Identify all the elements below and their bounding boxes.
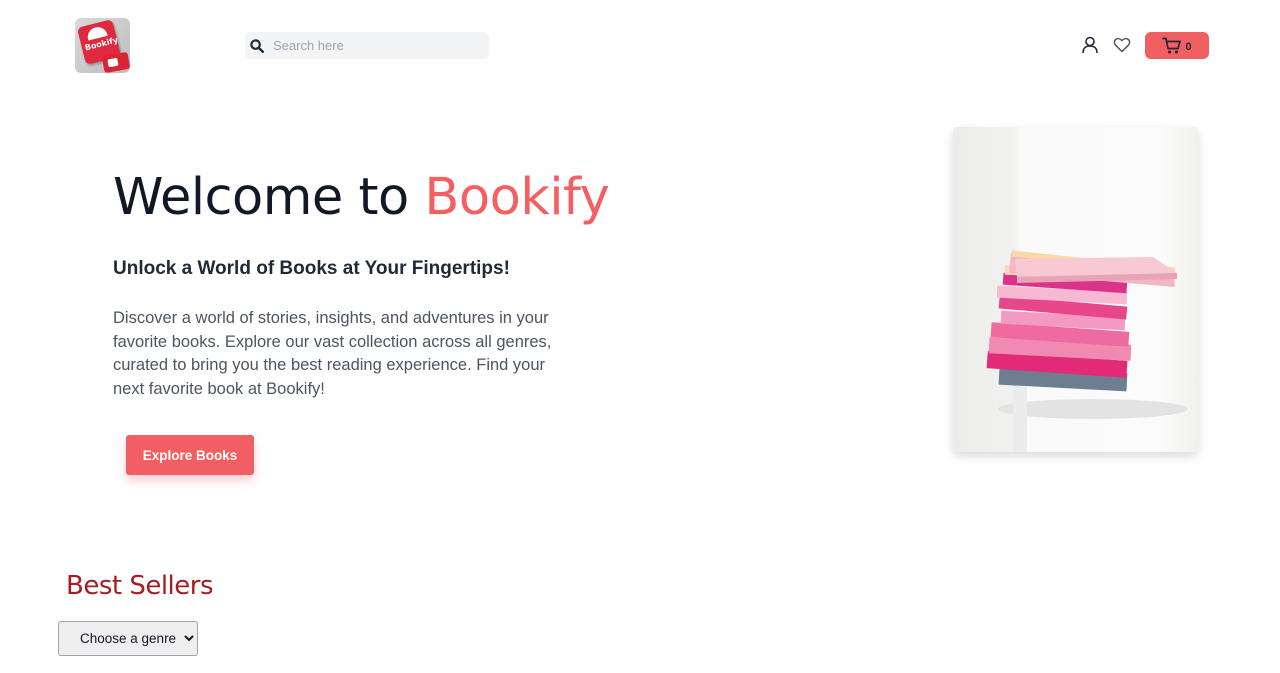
search-input[interactable] [273, 38, 473, 53]
user-icon[interactable] [1081, 36, 1099, 54]
site-header: Bookify 0 [0, 0, 1280, 92]
explore-books-button[interactable]: Explore Books [126, 435, 254, 475]
bookify-logo[interactable]: Bookify [75, 18, 130, 73]
search-bar [245, 32, 489, 59]
hero-title-prefix: Welcome to [113, 168, 425, 227]
cart-icon [1162, 37, 1182, 55]
hero-books-image [953, 127, 1198, 452]
hero-title-brand: Bookify [424, 168, 610, 227]
hero-title: Welcome to Bookify [113, 168, 610, 227]
hero-subtitle: Unlock a World of Books at Your Fingerti… [113, 258, 510, 279]
cart-button[interactable]: 0 [1145, 32, 1209, 59]
search-icon[interactable] [250, 38, 264, 53]
genre-select[interactable]: Choose a genre [58, 621, 198, 656]
best-sellers-title: Best Sellers [66, 571, 214, 601]
cart-count-badge: 0 [1185, 41, 1192, 53]
heart-icon[interactable] [1113, 36, 1131, 54]
hero-description: Discover a world of stories, insights, a… [113, 309, 552, 398]
